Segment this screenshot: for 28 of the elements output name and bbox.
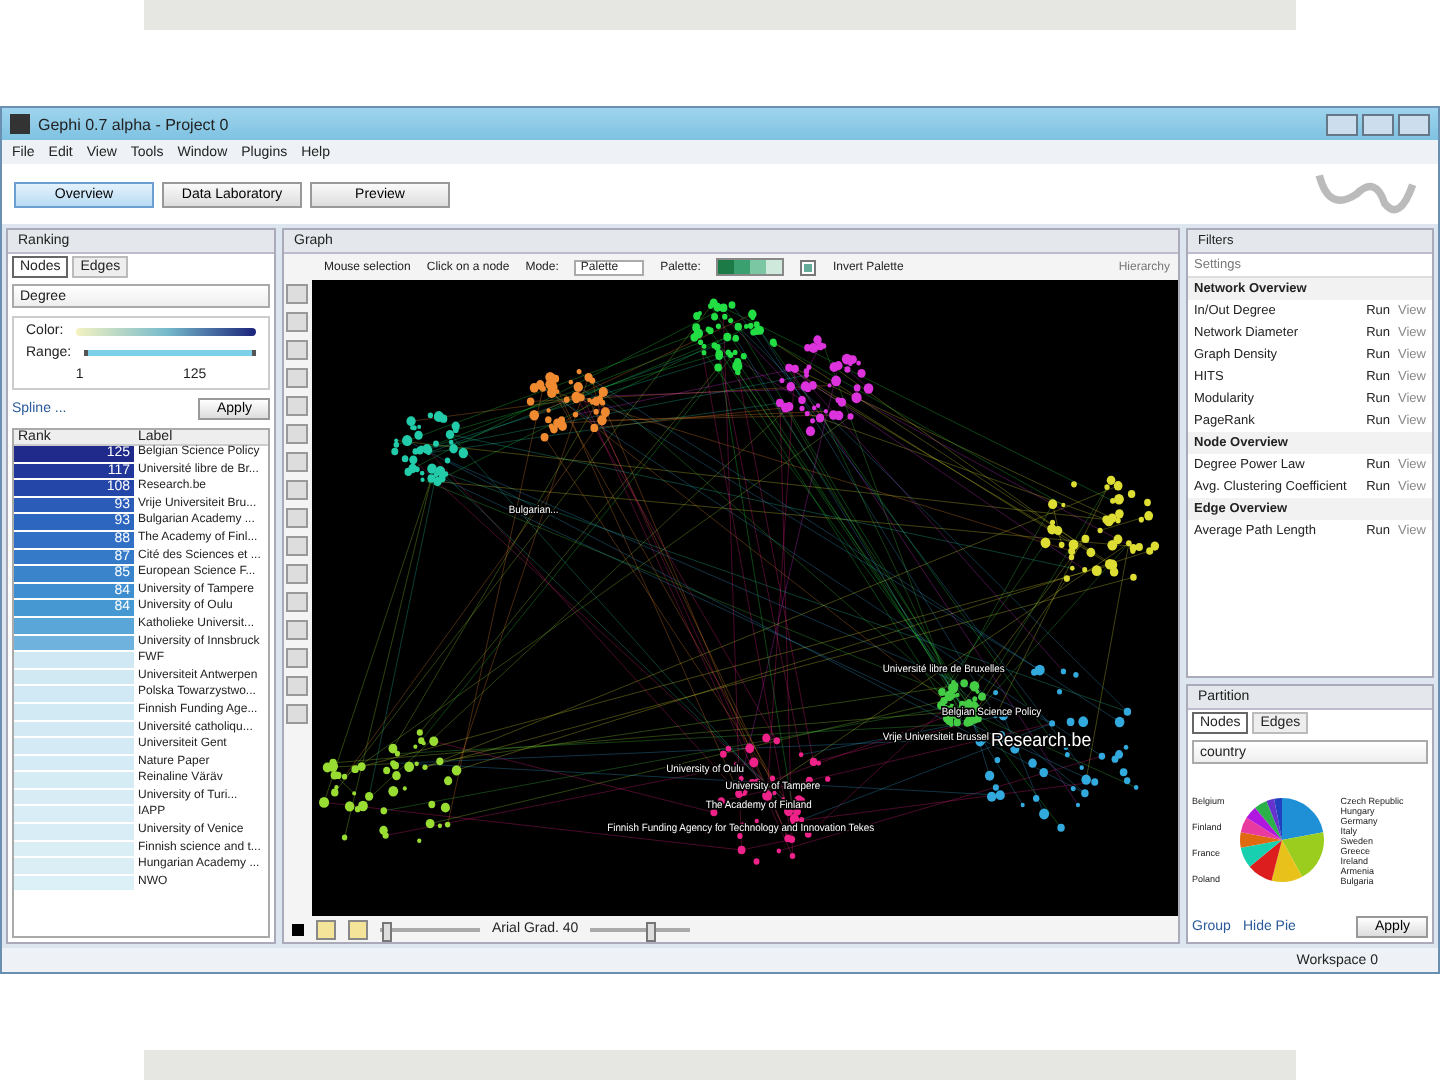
tool-icon[interactable] (286, 368, 308, 388)
font-size-slider-thumb[interactable] (646, 921, 657, 941)
tool-icon[interactable] (286, 508, 308, 528)
range-slider-fill[interactable] (83, 350, 256, 356)
tool-icon[interactable] (286, 424, 308, 444)
maximize-button[interactable] (1362, 113, 1394, 135)
checkbox[interactable] (800, 259, 817, 275)
window-title: Gephi 0.7 alpha - Project 0 (38, 115, 229, 133)
tool-icon[interactable] (286, 676, 308, 696)
tool-icon[interactable] (286, 284, 308, 304)
size-slider-thumb[interactable] (381, 921, 391, 941)
close-button[interactable] (1398, 113, 1430, 135)
tool-icon[interactable] (286, 340, 308, 360)
tool-icon[interactable] (286, 648, 308, 668)
tool-icon[interactable] (286, 312, 308, 332)
tool-icon[interactable] (286, 452, 308, 472)
tool-icon[interactable] (286, 620, 308, 640)
app-logo-icon (10, 114, 30, 134)
tool-icon[interactable] (286, 564, 308, 584)
tool-icon[interactable] (286, 396, 308, 416)
color-swatch-icon[interactable] (292, 923, 304, 935)
minimize-button[interactable] (1326, 113, 1358, 135)
tool-icon[interactable] (286, 704, 308, 724)
tool-icon[interactable] (286, 480, 308, 500)
palette-dropdown[interactable] (716, 258, 785, 276)
tool-icon[interactable] (286, 536, 308, 556)
color-gradient-bar[interactable] (75, 327, 256, 335)
tool-icon[interactable] (286, 592, 308, 612)
